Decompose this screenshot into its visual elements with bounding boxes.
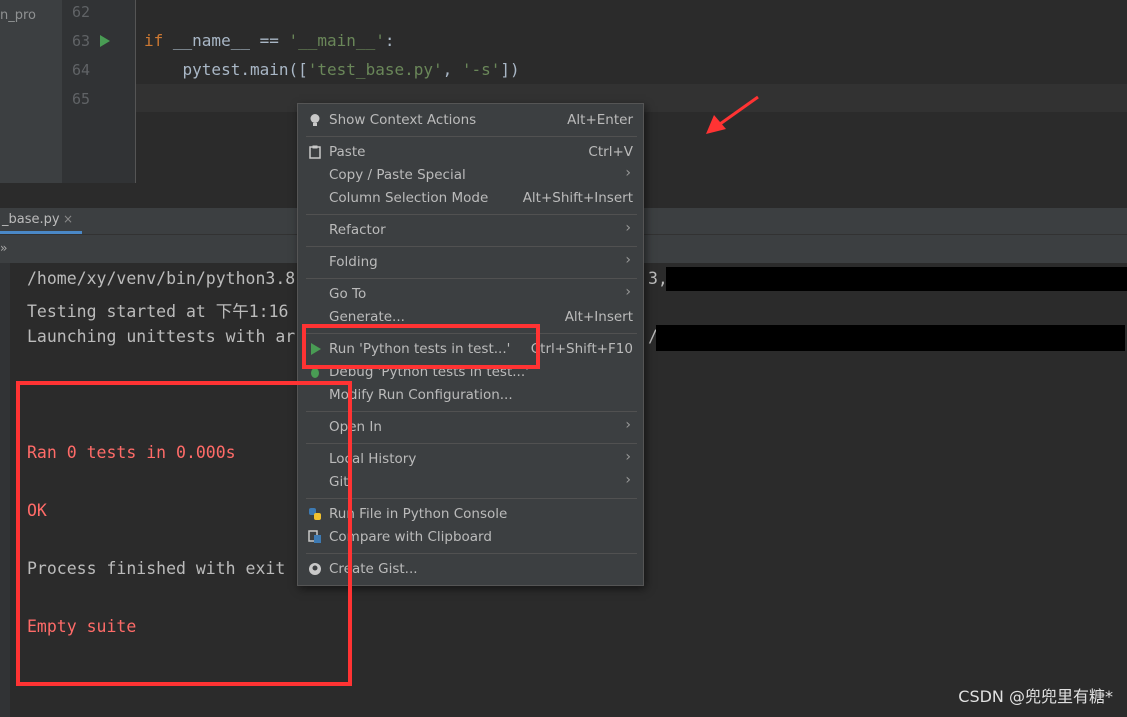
run-gutter-icon[interactable] <box>100 35 110 47</box>
menu-separator <box>306 443 637 444</box>
menu-item-label: Column Selection Mode <box>329 190 489 206</box>
chevron-right-icon: › <box>625 284 631 300</box>
menu-separator <box>306 553 637 554</box>
menu-item-label: Go To <box>329 286 367 302</box>
console-line: Testing started at 下午1:16 <box>27 302 289 321</box>
project-panel-strip <box>0 0 62 183</box>
code-line-64: pytest.main(['test_base.py', '-s']) <box>144 60 520 79</box>
double-chevron-icon[interactable]: » <box>0 241 7 255</box>
project-label[interactable]: n_pro <box>0 8 36 23</box>
menu-item-label: Compare with Clipboard <box>329 529 492 545</box>
code-line-63: if __name__ == '__main__': <box>144 31 394 50</box>
editor-gutter: 62 63 64 65 <box>62 0 136 183</box>
code-text: : <box>384 31 395 50</box>
menu-item-label: Paste <box>329 144 366 160</box>
code-text: pytest.main([ <box>144 60 308 79</box>
annotation-box-run-item <box>302 324 540 369</box>
string-literal: '-s' <box>461 60 501 79</box>
line-number-65: 65 <box>71 90 90 108</box>
keyword-if: if <box>144 31 164 50</box>
redaction-bar <box>666 267 1127 291</box>
code-text: , <box>442 60 462 79</box>
menu-item-refactor[interactable]: Refactor › <box>298 219 643 241</box>
annotation-arrow-icon <box>706 95 759 134</box>
console-gutter <box>0 263 10 717</box>
menu-item-label: Run File in Python Console <box>329 506 508 522</box>
chevron-right-icon: › <box>625 417 631 433</box>
menu-item-label: Refactor <box>329 222 386 238</box>
chevron-right-icon: › <box>625 165 631 181</box>
menu-item-paste[interactable]: Paste Ctrl+V <box>298 141 643 163</box>
code-text: ]) <box>500 60 520 79</box>
menu-item-go-to[interactable]: Go To › <box>298 283 643 305</box>
menu-item-folding[interactable]: Folding › <box>298 251 643 273</box>
watermark: CSDN @兜兜里有糖* <box>958 687 1113 706</box>
string-literal: 'test_base.py' <box>307 60 443 79</box>
menu-item-shortcut: Alt+Insert <box>564 309 633 325</box>
menu-item-column-selection-mode[interactable]: Column Selection Mode Alt+Shift+Insert <box>298 187 643 209</box>
menu-separator <box>306 498 637 499</box>
line-number-63: 63 <box>71 32 90 50</box>
chevron-right-icon: › <box>625 472 631 488</box>
menu-item-copy-paste-special[interactable]: Copy / Paste Special › <box>298 164 643 186</box>
menu-item-shortcut: Alt+Enter <box>567 112 633 128</box>
annotation-box-console-output <box>16 381 352 686</box>
menu-separator <box>306 246 637 247</box>
menu-separator <box>306 278 637 279</box>
string-literal: '__main__' <box>288 31 385 50</box>
line-number-64: 64 <box>71 61 90 79</box>
console-fragment: 3, <box>648 269 668 288</box>
menu-item-shortcut: Ctrl+Shift+F10 <box>530 341 633 357</box>
menu-separator <box>306 411 637 412</box>
run-tab-label: _base.py <box>2 212 60 227</box>
menu-item-label: Copy / Paste Special <box>329 167 466 183</box>
menu-item-shortcut: Ctrl+V <box>588 144 633 160</box>
chevron-right-icon: › <box>625 252 631 268</box>
code-text: __name__ == <box>163 31 289 50</box>
bulb-icon <box>310 114 320 126</box>
console-line: Launching unittests with ar <box>27 327 296 346</box>
chevron-right-icon: › <box>625 220 631 236</box>
menu-item-label: Generate... <box>329 309 405 325</box>
console-line: /home/xy/venv/bin/python3.8 <box>27 269 296 288</box>
close-icon[interactable]: × <box>63 212 73 226</box>
menu-item-shortcut: Alt+Shift+Insert <box>522 190 633 206</box>
redaction-bar <box>656 325 1125 351</box>
menu-item-show-context-actions[interactable]: Show Context Actions Alt+Enter <box>298 109 643 131</box>
line-number-62: 62 <box>71 3 90 21</box>
chevron-right-icon: › <box>625 449 631 465</box>
menu-separator <box>306 136 637 137</box>
clipboard-icon <box>309 145 321 159</box>
run-tab[interactable]: _base.py × <box>0 208 82 234</box>
menu-item-label: Show Context Actions <box>329 112 477 128</box>
menu-item-label: Folding <box>329 254 378 270</box>
menu-separator <box>306 214 637 215</box>
menu-item-label: Modify Run Configuration... <box>329 387 513 403</box>
